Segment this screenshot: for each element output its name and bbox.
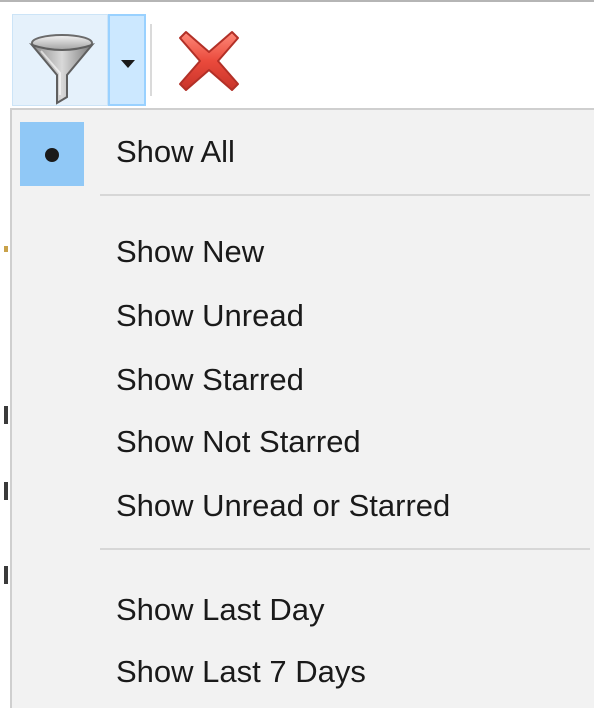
menu-separator bbox=[100, 548, 590, 550]
menu-item-label: Show Unread bbox=[116, 298, 304, 333]
underlying-window-edge bbox=[0, 106, 10, 706]
chevron-down-icon bbox=[121, 60, 135, 68]
menu-item-show-last-7-days[interactable]: Show Last 7 Days bbox=[12, 642, 594, 702]
menu-item-label: Show Unread or Starred bbox=[116, 488, 451, 523]
funnel-icon bbox=[28, 34, 96, 105]
filter-dropdown-button[interactable] bbox=[108, 14, 146, 106]
filter-menu-window: Show All Show New Show Unread Show Starr… bbox=[0, 0, 594, 708]
menu-item-show-last-day[interactable]: Show Last Day bbox=[12, 580, 594, 640]
menu-item-show-unread[interactable]: Show Unread bbox=[12, 286, 594, 346]
menu-item-label: Show All bbox=[116, 134, 235, 169]
selected-indicator bbox=[20, 122, 84, 186]
menu-item-label: Show Last Day bbox=[116, 592, 325, 627]
menu-item-show-not-starred[interactable]: Show Not Starred bbox=[12, 412, 594, 472]
filter-button[interactable] bbox=[12, 14, 108, 106]
filter-dropdown-menu: Show All Show New Show Unread Show Starr… bbox=[10, 108, 594, 708]
menu-item-label: Show Starred bbox=[116, 362, 304, 397]
menu-item-show-all[interactable]: Show All bbox=[12, 122, 594, 186]
toolbar bbox=[0, 2, 594, 106]
toolbar-separator bbox=[150, 24, 152, 96]
menu-item-label: Show Last 7 Days bbox=[116, 654, 366, 689]
menu-item-label: Show New bbox=[116, 234, 265, 269]
menu-item-label: Show Not Starred bbox=[116, 424, 361, 459]
menu-separator bbox=[100, 194, 590, 196]
radio-dot-icon bbox=[45, 148, 59, 162]
menu-item-show-starred[interactable]: Show Starred bbox=[12, 350, 594, 410]
menu-item-show-new[interactable]: Show New bbox=[12, 222, 594, 282]
red-x-icon[interactable] bbox=[176, 28, 242, 94]
menu-item-show-unread-or-starred[interactable]: Show Unread or Starred bbox=[12, 476, 594, 536]
